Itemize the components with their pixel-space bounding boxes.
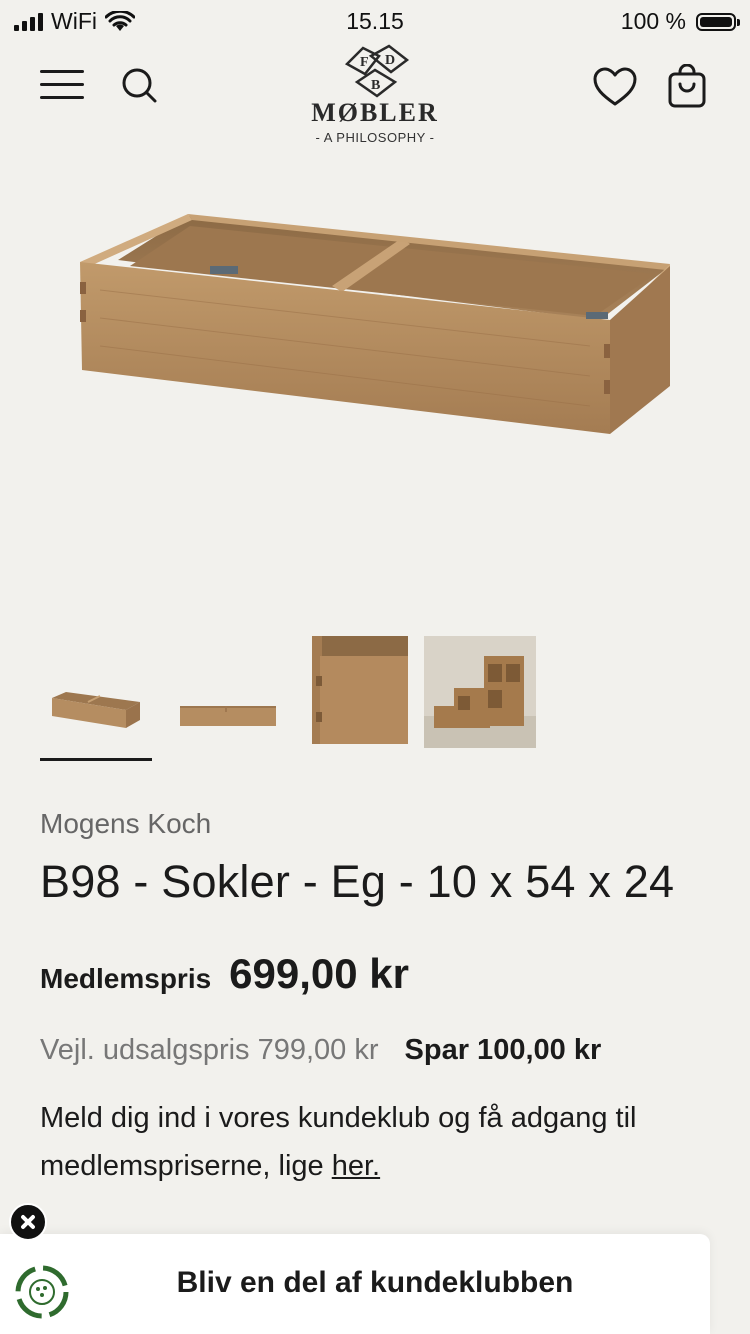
club-signup-link[interactable]: her. [332,1150,380,1182]
thumbnail-4[interactable] [424,636,536,754]
rrp-row: Vejl. udsalgspris 799,00 kr Spar 100,00 … [40,1034,601,1067]
cart-button[interactable] [666,63,708,110]
recommended-price: Vejl. udsalgspris 799,00 kr [40,1034,379,1066]
club-banner[interactable]: Bliv en del af kundeklubben [0,1234,710,1334]
status-right: 100 % [620,8,740,35]
club-info-text: Meld dig ind i vores kundeklub og få adg… [40,1094,700,1190]
shopping-bag-icon [668,63,706,108]
thumbnail-gallery [40,636,720,766]
thumbnail-3[interactable] [312,636,408,754]
thumbnail-2[interactable] [172,636,284,754]
product-designer[interactable]: Mogens Koch [40,808,211,840]
selected-thumbnail-indicator [40,758,152,761]
site-header: F D B MØBLER - A PHILOSOPHY - [0,42,750,162]
member-price-label: Medlemspris [40,963,212,994]
logo-letter-d: D [385,53,395,68]
logo-letter-f: F [360,55,369,70]
thumbnail-1[interactable] [40,636,152,754]
member-price-row: Medlemspris 699,00 kr [40,950,409,998]
heart-icon [593,67,637,106]
club-banner-label: Bliv en del af kundeklubben [176,1266,574,1299]
logo-mark: F D B [344,44,410,98]
close-icon[interactable] [9,1203,47,1241]
battery-icon [696,12,740,31]
status-bar: WiFi 15.15 100 % [0,0,750,42]
battery-percentage: 100 % [620,8,686,34]
logo-letter-b: B [371,78,380,93]
product-image[interactable] [70,200,680,450]
wishlist-button[interactable] [592,66,638,108]
savings-amount: Spar 100,00 kr [404,1034,602,1066]
product-title: B98 - Sokler - Eg - 10 x 54 x 24 [40,856,675,907]
member-price: 699,00 kr [229,950,410,997]
brand-tagline: - A PHILOSOPHY - [315,130,435,145]
